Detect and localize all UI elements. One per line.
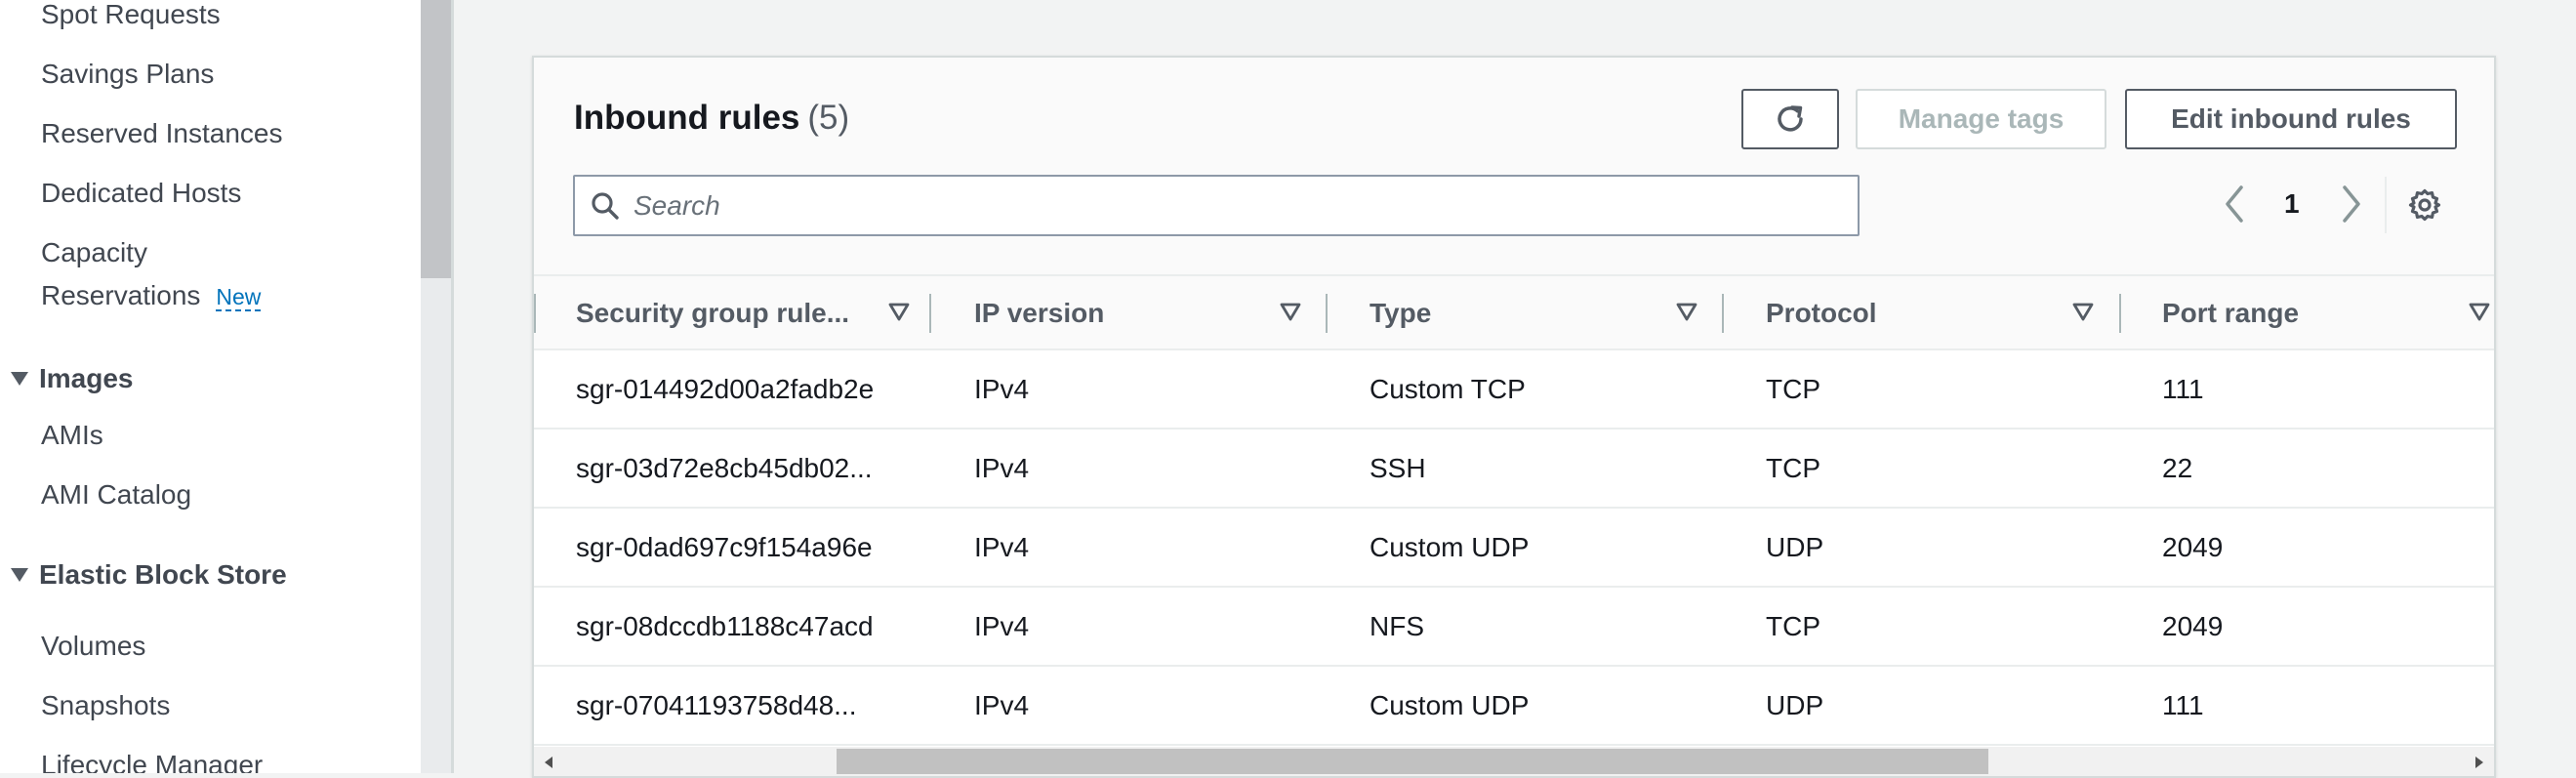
sort-caret-icon — [888, 303, 910, 321]
sidebar-item-spot-requests[interactable]: Spot Requests — [41, 0, 221, 31]
column-header-ip-version[interactable]: IP version — [974, 276, 1316, 350]
sidebar-section-title: Images — [39, 363, 134, 393]
rule-count: (5) — [807, 99, 850, 137]
cell-ip-version: IPv4 — [974, 452, 1030, 483]
column-header-label: Port range — [2162, 298, 2300, 328]
edit-inbound-rules-button[interactable]: Edit inbound rules — [2125, 89, 2457, 149]
manage-tags-button[interactable]: Manage tags — [1856, 89, 2106, 149]
column-header-type[interactable]: Type — [1370, 276, 1711, 350]
cell-type: Custom TCP — [1370, 373, 1526, 404]
sort-caret-icon — [2072, 303, 2094, 321]
inbound-rules-panel: Inbound rules (5) Manage tags Edit inboun… — [532, 56, 2496, 778]
new-badge[interactable]: New — [216, 284, 262, 311]
column-header-security-group-rule[interactable]: Security group rule... — [576, 276, 918, 350]
sidebar-item-dedicated-hosts[interactable]: Dedicated Hosts — [41, 177, 241, 210]
cell-rule-id: sgr-0dad697c9f154a96e — [576, 531, 873, 562]
column-resizer[interactable] — [1326, 294, 1328, 333]
column-header-label: IP version — [974, 298, 1105, 328]
panel-title-text: Inbound rules — [574, 99, 800, 137]
column-header-label: Security group rule... — [576, 298, 850, 328]
cell-port-range: 2049 — [2162, 531, 2224, 562]
sidebar-item-amis[interactable]: AMIs — [41, 419, 103, 452]
pagination-divider — [2385, 177, 2387, 233]
cell-port-range: 111 — [2162, 689, 2204, 720]
column-resizer[interactable] — [929, 294, 931, 333]
next-page-button[interactable] — [2340, 184, 2363, 228]
table-horizontal-scrollbar[interactable] — [534, 747, 2494, 776]
sidebar-section-images[interactable]: Images — [0, 362, 134, 395]
cell-ip-version: IPv4 — [974, 531, 1030, 562]
caret-down-icon — [0, 567, 39, 583]
sidebar-item-ami-catalog[interactable]: AMI Catalog — [41, 478, 191, 512]
cell-type: Custom UDP — [1370, 689, 1530, 720]
search-input[interactable] — [632, 188, 1858, 223]
cell-type: SSH — [1370, 452, 1426, 483]
table-row[interactable]: sgr-07041193758d48... IPv4 Custom UDP UD… — [534, 667, 2494, 746]
sidebar-section-elastic-block-store[interactable]: Elastic Block Store — [0, 558, 287, 592]
cell-protocol: UDP — [1766, 689, 1824, 720]
cell-protocol: UDP — [1766, 531, 1824, 562]
scroll-left-arrow-icon[interactable] — [544, 756, 553, 774]
cell-port-range: 2049 — [2162, 610, 2224, 641]
search-icon — [591, 191, 620, 221]
caret-down-icon — [0, 371, 39, 387]
column-header-protocol[interactable]: Protocol — [1766, 276, 2107, 350]
cell-type: NFS — [1370, 610, 1424, 641]
sort-caret-icon — [1676, 303, 1697, 321]
refresh-icon — [1778, 105, 1803, 132]
current-page-number[interactable]: 1 — [2284, 188, 2300, 220]
cell-ip-version: IPv4 — [974, 373, 1030, 404]
cell-type: Custom UDP — [1370, 531, 1530, 562]
table-row[interactable]: sgr-0dad697c9f154a96e IPv4 Custom UDP UD… — [534, 509, 2494, 588]
table-row[interactable]: sgr-014492d00a2fadb2e IPv4 Custom TCP TC… — [534, 350, 2494, 430]
sort-caret-icon — [1280, 303, 1301, 321]
panel-title: Inbound rules (5) — [574, 99, 849, 138]
sidebar-item-snapshots[interactable]: Snapshots — [41, 689, 170, 722]
cell-port-range: 111 — [2162, 373, 2204, 404]
scroll-right-arrow-icon[interactable] — [2474, 756, 2484, 774]
cell-ip-version: IPv4 — [974, 689, 1030, 720]
sidebar-item-volumes[interactable]: Volumes — [41, 630, 145, 663]
preferences-button[interactable] — [2408, 188, 2441, 226]
cell-rule-id: sgr-014492d00a2fadb2e — [576, 373, 875, 404]
sidebar-divider — [451, 0, 454, 773]
table-header-row: Security group rule... IP version Type P… — [534, 274, 2494, 350]
sidebar-scrollbar-thumb[interactable] — [421, 0, 451, 278]
table-row[interactable]: sgr-03d72e8cb45db02... IPv4 SSH TCP 22 — [534, 430, 2494, 509]
inbound-rules-table: Security group rule... IP version Type P… — [534, 274, 2494, 746]
sidebar-item-capacity-reservations[interactable]: Capacity Reservations New — [41, 236, 262, 312]
sidebar-nav: Spot Requests Savings Plans Reserved Ins… — [0, 0, 421, 773]
column-header-port-range[interactable]: Port range — [2162, 276, 2490, 350]
sidebar-section-title: Elastic Block Store — [39, 559, 287, 590]
column-resizer[interactable] — [2119, 294, 2121, 333]
scrollbar-thumb[interactable] — [837, 749, 1988, 774]
sidebar-item-lifecycle-manager[interactable]: Lifecycle Manager — [41, 749, 263, 773]
refresh-button[interactable] — [1741, 89, 1839, 149]
cell-port-range: 22 — [2162, 452, 2193, 483]
sidebar-item-reserved-instances[interactable]: Reserved Instances — [41, 117, 282, 150]
cell-protocol: TCP — [1766, 452, 1820, 483]
cell-protocol: TCP — [1766, 610, 1820, 641]
table-row[interactable]: sgr-08dccdb1188c47acd IPv4 NFS TCP 2049 — [534, 588, 2494, 667]
cell-protocol: TCP — [1766, 373, 1820, 404]
sidebar-item-savings-plans[interactable]: Savings Plans — [41, 58, 214, 91]
column-header-label: Type — [1370, 298, 1432, 328]
chevron-left-icon — [2226, 185, 2243, 223]
column-header-label: Protocol — [1766, 298, 1877, 328]
column-resizer[interactable] — [534, 294, 536, 333]
cell-ip-version: IPv4 — [974, 610, 1030, 641]
cell-rule-id: sgr-07041193758d48... — [576, 689, 857, 720]
gear-icon — [2408, 188, 2441, 222]
search-box[interactable] — [573, 175, 1860, 236]
cell-rule-id: sgr-03d72e8cb45db02... — [576, 452, 873, 483]
cell-rule-id: sgr-08dccdb1188c47acd — [576, 610, 874, 641]
chevron-right-icon — [2343, 185, 2360, 223]
previous-page-button[interactable] — [2223, 184, 2246, 228]
sidebar-item-label: Reservations — [41, 280, 201, 310]
sidebar-item-label: Capacity — [41, 237, 147, 267]
column-resizer[interactable] — [1722, 294, 1724, 333]
sort-caret-icon — [2469, 303, 2490, 321]
